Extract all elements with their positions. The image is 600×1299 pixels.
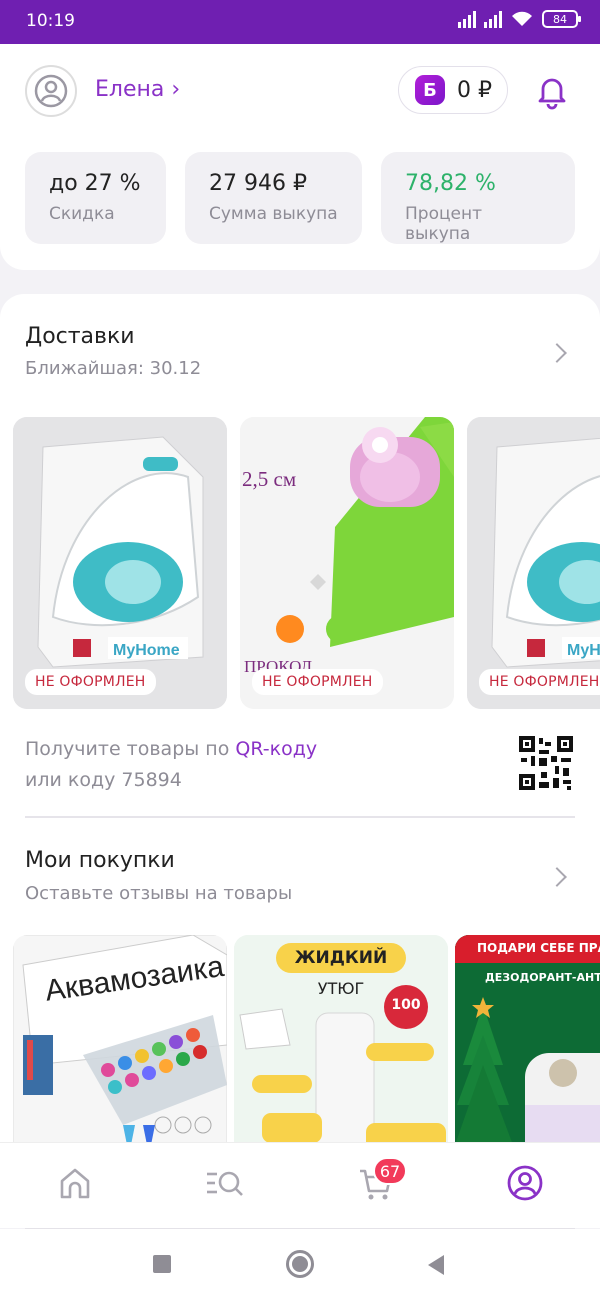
stat-value: 27 946 ₽ (209, 171, 307, 196)
toy-iron-image: MyHome (13, 417, 227, 709)
toy-iron-image: MyHome (467, 417, 600, 709)
bonus-balance: 0 ₽ (457, 77, 492, 103)
main-card: Доставки Ближайшая: 30.12 MyHome НЕ ОФОР… (0, 294, 600, 1154)
stat-value: 78,82 % (405, 171, 496, 196)
bonus-balance-button[interactable]: Б 0 ₽ (398, 66, 508, 114)
status-icons: 84 (458, 10, 581, 28)
qr-code-link[interactable]: QR-коду (235, 738, 317, 760)
delivery-item[interactable]: ПРОКОЛ 2,5 см НЕ ОФОРМЛЕН (240, 417, 454, 709)
stat-value: до 27 % (49, 171, 141, 196)
battery-icon: 84 (542, 10, 581, 28)
chevron-right-icon[interactable] (547, 343, 567, 363)
profile-card: Елена › Б 0 ₽ до 27 % Скидка 27 946 ₽ Су… (0, 44, 600, 270)
bell-icon[interactable] (533, 72, 571, 110)
wifi-icon (512, 11, 532, 26)
status-badge: НЕ ОФОРМЛЕН (252, 669, 383, 695)
purchases-subtitle: Оставьте отзывы на товары (25, 883, 293, 904)
pickup-code: или коду 75894 (25, 769, 182, 791)
catalog-search-icon[interactable] (205, 1163, 245, 1203)
stat-discount[interactable]: до 27 % Скидка (25, 152, 166, 244)
stat-purchase-percent[interactable]: 78,82 % Процент выкупа (381, 152, 575, 244)
profile-icon[interactable] (505, 1163, 545, 1203)
home-icon[interactable] (55, 1163, 95, 1203)
avatar[interactable] (25, 65, 77, 117)
status-time: 10:19 (26, 11, 75, 31)
stat-purchase-sum[interactable]: 27 946 ₽ Сумма выкупа (185, 152, 362, 244)
delivery-item[interactable]: MyHome НЕ ОФОРМЛЕН (467, 417, 600, 709)
divider (25, 816, 575, 818)
recent-apps-icon[interactable] (153, 1255, 171, 1273)
profile-name-link[interactable]: Елена › (95, 77, 180, 102)
bottom-navigation: 67 (0, 1142, 600, 1228)
delivery-item[interactable]: MyHome НЕ ОФОРМЛЕН (13, 417, 227, 709)
system-navigation-bar (0, 1229, 600, 1299)
image-caption: ЖИДКИЙ (294, 948, 388, 968)
status-badge: НЕ ОФОРМЛЕН (25, 669, 156, 695)
svg-text:MyHome: MyHome (113, 642, 180, 659)
purchase-item[interactable]: ПОДАРИ СЕБЕ ПРАЗ ДЕЗОДОРАНТ-АНТИПЕРС (455, 935, 600, 1154)
image-caption-2: УТЮГ (317, 979, 365, 998)
deliveries-subtitle: Ближайшая: 30.12 (25, 358, 202, 379)
back-icon[interactable] (426, 1254, 446, 1276)
qr-code-icon[interactable] (519, 736, 573, 790)
signal-icon (458, 10, 476, 28)
stat-label: Сумма выкупа (209, 204, 338, 224)
qr-hint: Получите товары по QR-коду или коду 7589… (25, 734, 317, 796)
stat-label: Процент выкупа (405, 204, 483, 244)
hole-punch-image: ПРОКОЛ (240, 417, 454, 709)
chevron-right-icon[interactable] (547, 867, 567, 887)
qr-hint-prefix: Получите товары по (25, 738, 236, 760)
volume-badge: 100 (391, 997, 421, 1013)
cart-count-badge: 67 (373, 1157, 407, 1185)
deliveries-title[interactable]: Доставки (25, 324, 135, 349)
bonus-icon: Б (415, 75, 445, 105)
signal-icon-2 (484, 10, 502, 28)
battery-level: 84 (553, 12, 567, 26)
stat-label: Скидка (49, 204, 115, 224)
purchase-item[interactable]: ЖИДКИЙ УТЮГ 100 (234, 935, 448, 1154)
deodorant-image (455, 935, 600, 1154)
status-bar: 10:19 84 (0, 0, 600, 44)
svg-text:MyHome: MyHome (567, 642, 600, 659)
purchase-item[interactable]: Аквамозаика (13, 935, 227, 1154)
image-caption-2: ДЕЗОДОРАНТ-АНТИПЕРС (485, 971, 600, 984)
user-icon (34, 74, 68, 108)
status-badge: НЕ ОФОРМЛЕН (479, 669, 600, 695)
image-caption: 2,5 см (242, 467, 297, 491)
image-caption: ПОДАРИ СЕБЕ ПРАЗ (477, 941, 600, 955)
purchases-title[interactable]: Мои покупки (25, 848, 175, 873)
home-system-icon[interactable] (286, 1250, 314, 1278)
